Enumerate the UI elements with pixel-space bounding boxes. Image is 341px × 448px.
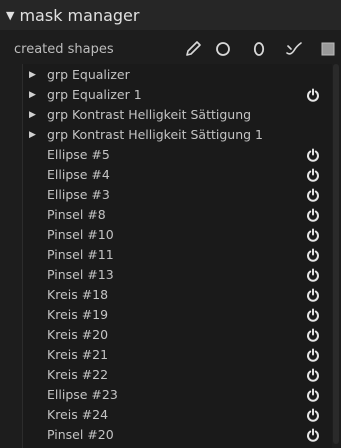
scrollbar-thumb[interactable] [333,64,339,444]
group-row[interactable]: ▶ grp Equalizer [23,66,332,84]
power-icon[interactable] [306,168,320,182]
power-icon[interactable] [306,308,320,322]
shape-row[interactable]: Ellipse #3 [23,186,332,204]
shape-label: grp Equalizer [47,67,130,82]
shape-label: Kreis #20 [47,327,109,342]
shape-row[interactable]: Kreis #24 [23,406,332,424]
panel-header[interactable]: ▼ mask manager [0,0,341,30]
path-tool-button[interactable] [182,38,204,60]
pencil-icon [186,41,201,56]
brush-tool-button[interactable] [283,38,305,60]
shape-row[interactable]: Pinsel #11 [23,246,332,264]
shape-label: Pinsel #13 [47,267,114,282]
power-icon[interactable] [306,288,320,302]
shape-label: Ellipse #23 [47,387,118,402]
expand-arrow-icon[interactable]: ▶ [29,86,36,104]
shape-label: Kreis #19 [47,307,109,322]
power-icon[interactable] [306,408,320,422]
shape-label: Ellipse #4 [47,167,110,182]
shape-label: Kreis #22 [47,367,109,382]
shape-label: Kreis #18 [47,287,109,302]
shape-row[interactable]: Kreis #20 [23,326,332,344]
shape-row[interactable]: Pinsel #13 [23,266,332,284]
power-icon[interactable] [306,188,320,202]
shape-row[interactable]: Pinsel #20 [23,426,332,444]
shape-label: Pinsel #10 [47,227,114,242]
circle-tool-button[interactable] [212,38,234,60]
shape-row[interactable]: Kreis #22 [23,366,332,384]
power-icon[interactable] [306,208,320,222]
power-icon[interactable] [306,88,320,102]
shape-row[interactable]: Pinsel #10 [23,226,332,244]
shape-row[interactable]: Kreis #18 [23,286,332,304]
ellipse-icon [253,42,265,56]
shape-label: Ellipse #5 [47,147,110,162]
power-icon[interactable] [306,368,320,382]
group-row[interactable]: ▶ grp Kontrast Helligkeit Sättigung 1 [23,126,332,144]
power-icon[interactable] [306,348,320,362]
scrollbar[interactable] [332,64,340,448]
group-row[interactable]: ▶ grp Kontrast Helligkeit Sättigung [23,106,332,124]
shape-row[interactable]: Ellipse #23 [23,386,332,404]
shape-label: Pinsel #11 [47,247,114,262]
brush-icon [286,42,302,55]
shape-label: grp Kontrast Helligkeit Sättigung [47,107,252,122]
expand-arrow-icon[interactable]: ▶ [29,106,36,124]
shape-row[interactable]: Kreis #19 [23,306,332,324]
power-icon[interactable] [306,268,320,282]
shape-label: grp Kontrast Helligkeit Sättigung 1 [47,127,263,142]
shape-label: Kreis #21 [47,347,109,362]
shape-row[interactable]: Pinsel #8 [23,206,332,224]
shape-list: ▶ grp Equalizer ▶ grp Equalizer 1 ▶ grp Kontr… [22,64,332,448]
power-icon[interactable] [306,228,320,242]
shape-label: Ellipse #3 [47,187,110,202]
power-icon[interactable] [306,148,320,162]
power-icon[interactable] [306,328,320,342]
shape-label: Pinsel #8 [47,207,106,222]
group-row[interactable]: ▶ grp Equalizer 1 [23,86,332,104]
power-icon[interactable] [306,248,320,262]
square-icon [321,42,335,56]
shape-row[interactable]: Kreis #21 [23,346,332,364]
expand-arrow-icon[interactable]: ▶ [29,126,36,144]
expand-arrow-icon[interactable]: ▶ [29,66,36,84]
circle-icon [216,42,230,56]
power-icon[interactable] [306,388,320,402]
toolbar-label: created shapes [14,41,114,57]
shape-label: Pinsel #20 [47,427,114,442]
collapse-triangle-icon[interactable]: ▼ [6,9,14,22]
shape-row[interactable]: Ellipse #5 [23,146,332,164]
gradient-tool-button[interactable] [317,38,339,60]
ellipse-tool-button[interactable] [248,38,270,60]
power-icon[interactable] [306,428,320,442]
shape-label: Kreis #24 [47,407,109,422]
panel-title: mask manager [19,5,140,25]
shape-label: grp Equalizer 1 [47,87,142,102]
shape-row[interactable]: Ellipse #4 [23,166,332,184]
